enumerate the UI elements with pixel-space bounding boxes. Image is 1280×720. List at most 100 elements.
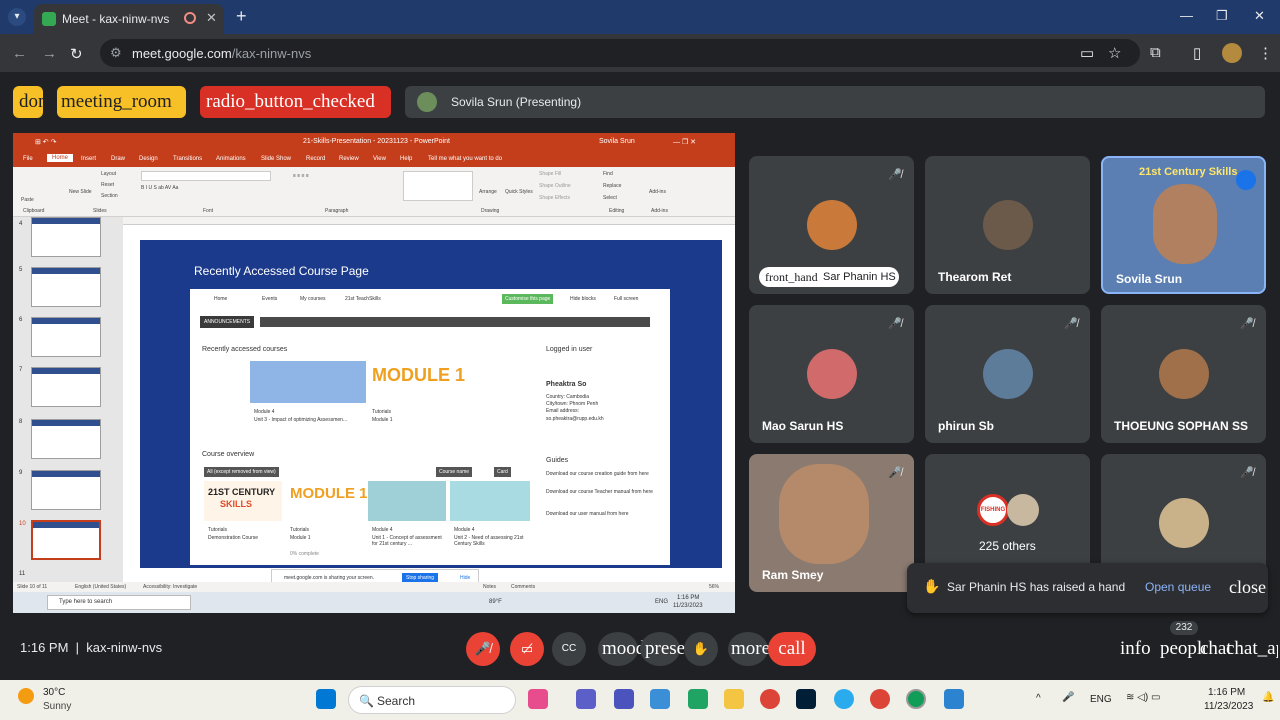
file-explorer-icon[interactable] <box>724 689 744 709</box>
slide-thumb[interactable] <box>31 470 101 510</box>
notepad-icon[interactable] <box>944 689 964 709</box>
clock-date[interactable]: 11/23/2023 <box>1204 701 1253 712</box>
participant-tile[interactable]: 🎤̸ THOEUNG SOPHAN SS <box>1101 305 1266 443</box>
taskbar-search[interactable]: 🔍 Search <box>348 686 516 714</box>
status-accessibility[interactable]: Accessibility: Investigate <box>143 584 197 590</box>
select-button[interactable]: Select <box>603 195 617 201</box>
new-tab-button[interactable]: + <box>236 6 247 27</box>
participant-tile[interactable]: 🎤̸ Mao Sarun HS <box>749 305 914 443</box>
participant-tile[interactable]: 🎤̸ front_hand Sar Phanin HS <box>749 156 914 294</box>
reload-icon[interactable]: ↻ <box>70 45 83 63</box>
captions-button[interactable]: CC <box>552 632 586 666</box>
calendar-icon[interactable] <box>650 689 670 709</box>
layout-button[interactable]: Layout <box>101 171 116 177</box>
ppt-tab-view[interactable]: View <box>373 156 386 162</box>
ppt-tab-design[interactable]: Design <box>139 156 158 162</box>
shapes-gallery[interactable] <box>403 171 473 201</box>
wifi-volume-battery-icons[interactable]: ≋ ◁) ▭ <box>1126 692 1160 703</box>
font-name-field[interactable] <box>141 171 271 181</box>
bookmark-star-icon[interactable]: ☆ <box>1108 44 1121 62</box>
recording-indicator[interactable]: radio_button_checked <box>200 86 391 118</box>
slide-thumb[interactable] <box>31 267 101 307</box>
ppt-tab-draw[interactable]: Draw <box>111 156 125 162</box>
meeting-info-button[interactable]: info <box>1120 638 1151 660</box>
close-toast-button[interactable]: close <box>1229 577 1266 598</box>
status-comments[interactable]: Comments <box>511 584 535 590</box>
microphone-icon[interactable]: 🎤 <box>1062 692 1074 703</box>
status-notes[interactable]: Notes <box>483 584 496 590</box>
leave-call-button[interactable]: call <box>768 632 816 666</box>
forward-icon[interactable]: → <box>42 45 57 62</box>
add-ins-button[interactable]: Add-ins <box>649 189 666 195</box>
teams-icon[interactable] <box>576 689 596 709</box>
paste-button[interactable]: Paste <box>21 197 34 203</box>
replace-button[interactable]: Replace <box>603 183 621 189</box>
people-button[interactable]: people <box>1160 638 1205 660</box>
tab-search-icon[interactable]: ▾ <box>8 8 26 26</box>
ppt-tab-transitions[interactable]: Transitions <box>173 156 202 162</box>
ppt-tab-home[interactable]: Home <box>47 154 74 162</box>
input-language[interactable]: ENG <box>1090 694 1112 705</box>
camera-toggle-button[interactable]: ▭̸ <box>510 632 544 666</box>
shape-effects-button[interactable]: Shape Effects <box>539 195 570 201</box>
status-zoom[interactable]: 56% <box>709 584 719 590</box>
close-tab-icon[interactable]: ✕ <box>206 10 217 26</box>
ppt-tab-animations[interactable]: Animations <box>216 156 246 162</box>
tab-meet[interactable]: Meet - kax-ninw-nvs ✕ <box>34 4 224 34</box>
participant-tile[interactable]: 🎤̸ phirun Sb <box>925 305 1090 443</box>
notification-icon[interactable]: 🔔 <box>1262 692 1274 703</box>
hide-share-bar-button[interactable]: Hide <box>460 575 470 581</box>
profile-avatar[interactable] <box>1222 43 1242 63</box>
show-hidden-icons[interactable]: ^ <box>1036 693 1041 704</box>
close-window-icon[interactable]: ✕ <box>1254 8 1265 24</box>
maximize-icon[interactable]: ❐ <box>1216 8 1228 24</box>
font-format-icons[interactable]: B I U S ab AV Aa <box>141 185 178 191</box>
chrome-profile-icon[interactable] <box>870 689 890 709</box>
ppt-tab-insert[interactable]: Insert <box>81 156 96 162</box>
new-slide-button[interactable]: New Slide <box>69 189 92 195</box>
participant-tile[interactable]: Thearom Ret <box>925 156 1090 294</box>
ppt-tab-review[interactable]: Review <box>339 156 359 162</box>
slide-thumb-selected[interactable] <box>31 520 101 560</box>
quick-styles-button[interactable]: Quick Styles <box>505 189 533 195</box>
camera-icon[interactable]: ▭ <box>1080 44 1094 62</box>
minimize-icon[interactable]: — <box>1180 8 1193 23</box>
ppt-tell-me[interactable]: Tell me what you want to do <box>428 156 502 162</box>
arrange-button[interactable]: Arrange <box>479 189 497 195</box>
taskbar-app-icon[interactable] <box>528 689 548 709</box>
paragraph-icons[interactable]: ≡ ≡ ≡ ≡ <box>293 173 309 179</box>
participant-tile[interactable]: 🎤̸ Ram Smey <box>749 454 914 592</box>
back-icon[interactable]: ← <box>12 45 27 62</box>
domain-disabled-indicator[interactable]: domain_disabled <box>13 86 43 118</box>
side-panel-icon[interactable]: ▯ <box>1193 44 1201 62</box>
slide-thumb[interactable] <box>31 367 101 407</box>
weather-temp[interactable]: 30°C <box>43 687 65 698</box>
slide-thumb[interactable] <box>31 419 101 459</box>
extensions-icon[interactable]: ⧉ <box>1150 44 1161 61</box>
slide-thumb[interactable] <box>31 217 101 257</box>
section-button[interactable]: Section <box>101 193 118 199</box>
open-queue-button[interactable]: Open queue <box>1145 580 1211 594</box>
browser-menu-icon[interactable]: ⋮ <box>1258 44 1273 62</box>
ppt-tab-help[interactable]: Help <box>400 156 412 162</box>
find-button[interactable]: Find <box>603 171 613 177</box>
edge-icon[interactable] <box>688 689 708 709</box>
ppt-tab-slideshow[interactable]: Slide Show <box>261 156 291 162</box>
telegram-icon[interactable] <box>834 689 854 709</box>
participant-tile-speaking[interactable]: 21st Century Skills Sovila Srun <box>1101 156 1266 294</box>
presenting-banner[interactable]: Sovila Srun (Presenting) <box>405 86 1265 118</box>
shape-outline-button[interactable]: Shape Outline <box>539 183 571 189</box>
chrome-icon[interactable] <box>760 689 780 709</box>
ppt-tab-record[interactable]: Record <box>306 156 325 162</box>
shape-fill-button[interactable]: Shape Fill <box>539 171 561 177</box>
meeting-room-indicator[interactable]: meeting_room <box>57 86 186 118</box>
slide-thumb[interactable] <box>31 317 101 357</box>
clock-time[interactable]: 1:16 PM <box>1208 687 1245 698</box>
ppt-tab-file[interactable]: File <box>23 156 33 162</box>
url-bar[interactable]: ⚙ meet.google.com/kax-ninw-nvs <box>100 39 1140 67</box>
activities-button[interactable]: chat_apps <box>1226 638 1278 660</box>
chrome-active-icon[interactable] <box>906 689 926 709</box>
photoshop-icon[interactable] <box>796 689 816 709</box>
teams-work-icon[interactable] <box>614 689 634 709</box>
raise-hand-button[interactable]: ✋ <box>684 632 718 666</box>
